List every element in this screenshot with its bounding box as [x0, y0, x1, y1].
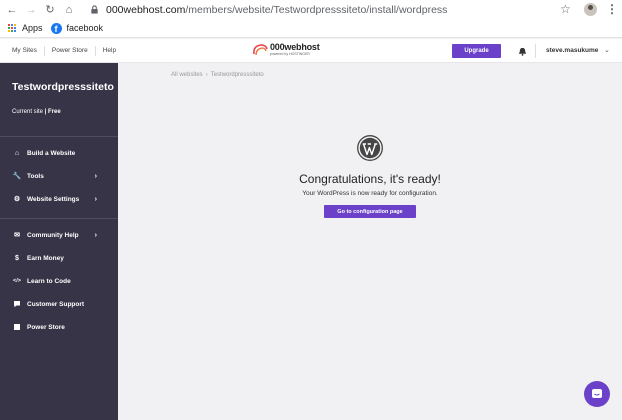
go-to-configuration-button[interactable]: Go to configuration page [324, 205, 416, 218]
status-message: Your WordPress is now ready for configur… [302, 190, 438, 197]
breadcrumb-all-websites[interactable]: All websites [171, 72, 203, 78]
sidebar-item-learn-to-code[interactable]: </> Learn to Code [13, 275, 113, 287]
profile-avatar[interactable] [584, 3, 597, 16]
bookmark-label: Apps [22, 23, 43, 33]
breadcrumb-current-site: Testwordpresssiteto [210, 72, 264, 78]
sidebar-item-tools[interactable]: 🔧 Tools › [13, 170, 113, 182]
nav-link-power-store[interactable]: Power Store [45, 45, 96, 56]
nav-link-help[interactable]: Help [96, 46, 123, 56]
chevron-right-icon: › [94, 195, 97, 203]
breadcrumb-separator: › [205, 72, 208, 78]
sidebar-item-build-website[interactable]: ⌂ Build a Website [13, 147, 113, 159]
current-site-label: Current site [12, 109, 44, 115]
wrench-icon: 🔧 [12, 173, 22, 180]
apps-grid-icon [8, 23, 17, 33]
logo-subtext: powered by HOSTINGER [270, 52, 310, 57]
sidebar-divider [0, 136, 118, 137]
url-path: /members/website/Testwordpresssiteto/ins… [185, 3, 448, 16]
sidebar-item-community-help[interactable]: ✉ Community Help › [13, 229, 113, 241]
user-menu-name[interactable]: steve.masukume [546, 47, 598, 54]
sidebar-item-label: Power Store [27, 323, 65, 331]
chevron-down-icon[interactable]: ⌄ [604, 46, 610, 54]
upgrade-button[interactable]: Upgrade [452, 44, 501, 58]
code-icon: </> [13, 278, 21, 284]
chat-icon [592, 389, 602, 398]
bell-icon[interactable] [518, 47, 527, 56]
sidebar-item-label: Customer Support [27, 300, 85, 308]
home-icon: ⌂ [14, 149, 20, 157]
sidebar-item-label: Website Settings [27, 195, 80, 203]
store-icon [13, 323, 21, 331]
sidebar-item-label: Learn to Code [27, 277, 71, 285]
sidebar-item-website-settings[interactable]: ⚙ Website Settings › [13, 193, 113, 205]
brand-logo[interactable]: 000webhost powered by HOSTINGER [252, 43, 320, 57]
bookmark-apps[interactable]: Apps [8, 23, 43, 33]
sidebar-item-label: Tools [27, 172, 44, 180]
breadcrumb: All websites › Testwordpresssiteto [171, 72, 264, 78]
speech-bubble-icon [13, 300, 21, 308]
site-status: Current site | Free [12, 109, 61, 115]
sidebar: Testwordpresssiteto Current site | Free … [0, 63, 118, 420]
site-title: Testwordpresssiteto [12, 81, 114, 93]
gear-icon: ⚙ [13, 196, 21, 203]
sidebar-item-customer-support[interactable]: Customer Support [13, 298, 113, 310]
sidebar-item-power-store[interactable]: Power Store [13, 321, 113, 333]
bookmark-facebook[interactable]: f facebook [50, 22, 104, 34]
forward-arrow-icon[interactable]: → [24, 3, 38, 17]
url-host: 000webhost.com [106, 3, 186, 16]
sidebar-item-earn-money[interactable]: $ Earn Money [13, 252, 113, 264]
sidebar-divider [0, 218, 118, 219]
browser-toolbar: ← → ↻ ⌂ 000webhost.com/members/website/T… [0, 0, 622, 19]
nav-link-my-sites[interactable]: My Sites [0, 45, 45, 56]
home-icon[interactable]: ⌂ [62, 3, 76, 17]
menu-kebab-icon[interactable]: ⋮ [606, 2, 618, 16]
sidebar-item-label: Community Help [27, 231, 79, 239]
money-icon: $ [15, 254, 19, 262]
logo-text: 000webhost [270, 42, 320, 53]
reload-icon[interactable]: ↻ [43, 3, 57, 17]
header-divider [535, 44, 536, 58]
sidebar-item-label: Build a Website [27, 149, 76, 157]
live-chat-button[interactable] [584, 381, 610, 407]
bookmark-star-icon[interactable]: ☆ [560, 2, 571, 16]
chat-bubbles-icon: ✉ [14, 232, 20, 239]
logo-swirl-icon [253, 44, 268, 56]
bookmarks-bar: Apps f facebook [0, 19, 622, 38]
lock-icon [91, 5, 98, 14]
back-arrow-icon[interactable]: ← [5, 3, 19, 17]
chevron-right-icon: › [94, 231, 97, 239]
sidebar-item-label: Earn Money [27, 254, 64, 262]
plan-badge: | Free [44, 109, 61, 115]
wordpress-logo-icon [357, 135, 383, 161]
bookmark-label: facebook [66, 23, 104, 33]
chevron-right-icon: › [94, 172, 97, 180]
site-header: My Sites Power Store Help 000webhost pow… [0, 39, 622, 63]
page-title: Congratulations, it's ready! [299, 172, 441, 186]
facebook-icon: f [50, 22, 62, 34]
address-bar[interactable]: 000webhost.com/members/website/Testwordp… [86, 1, 584, 18]
